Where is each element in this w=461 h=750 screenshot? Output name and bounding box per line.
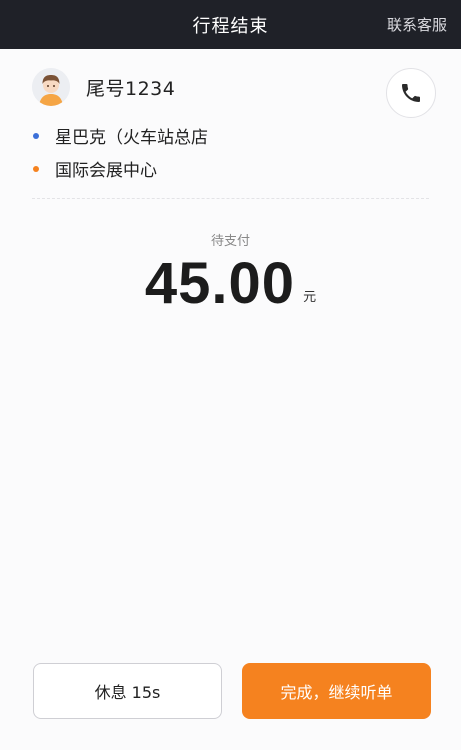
amount-unit: 元 — [303, 290, 317, 305]
route-start: 星巴克（火车站总店 — [33, 119, 208, 152]
trip-summary-card: 尾号1234 星巴克（火车站总店 国际会展中心 待支付 45.00 元 休息 1… — [0, 49, 461, 750]
payment-status-label: 待支付 — [210, 234, 250, 249]
finish-continue-button[interactable]: 完成，继续听单 — [242, 663, 431, 719]
dashed-divider — [32, 198, 429, 199]
passenger-info: 尾号1234 — [32, 67, 175, 107]
route-start-label: 星巴克（火车站总店 — [55, 128, 208, 148]
route-end-label: 国际会展中心 — [55, 161, 157, 181]
call-passenger-button[interactable] — [386, 68, 436, 118]
passenger-tail-number: 尾号1234 — [86, 77, 176, 100]
route-end: 国际会展中心 — [33, 152, 208, 185]
page-title: 行程结束 — [192, 15, 269, 37]
amount-value: 45.00 — [144, 251, 296, 316]
route-info: 星巴克（火车站总店 国际会展中心 — [33, 119, 208, 185]
phone-icon — [402, 84, 420, 102]
rest-button[interactable]: 休息 15s — [33, 663, 222, 719]
user-avatar-icon — [32, 68, 70, 106]
start-dot-icon — [33, 132, 39, 139]
top-bar: 行程结束 联系客服 — [0, 0, 461, 49]
contact-service-link[interactable]: 联系客服 — [387, 0, 447, 49]
payment-amount: 45.00 元 — [0, 251, 461, 317]
end-dot-icon — [33, 165, 39, 172]
